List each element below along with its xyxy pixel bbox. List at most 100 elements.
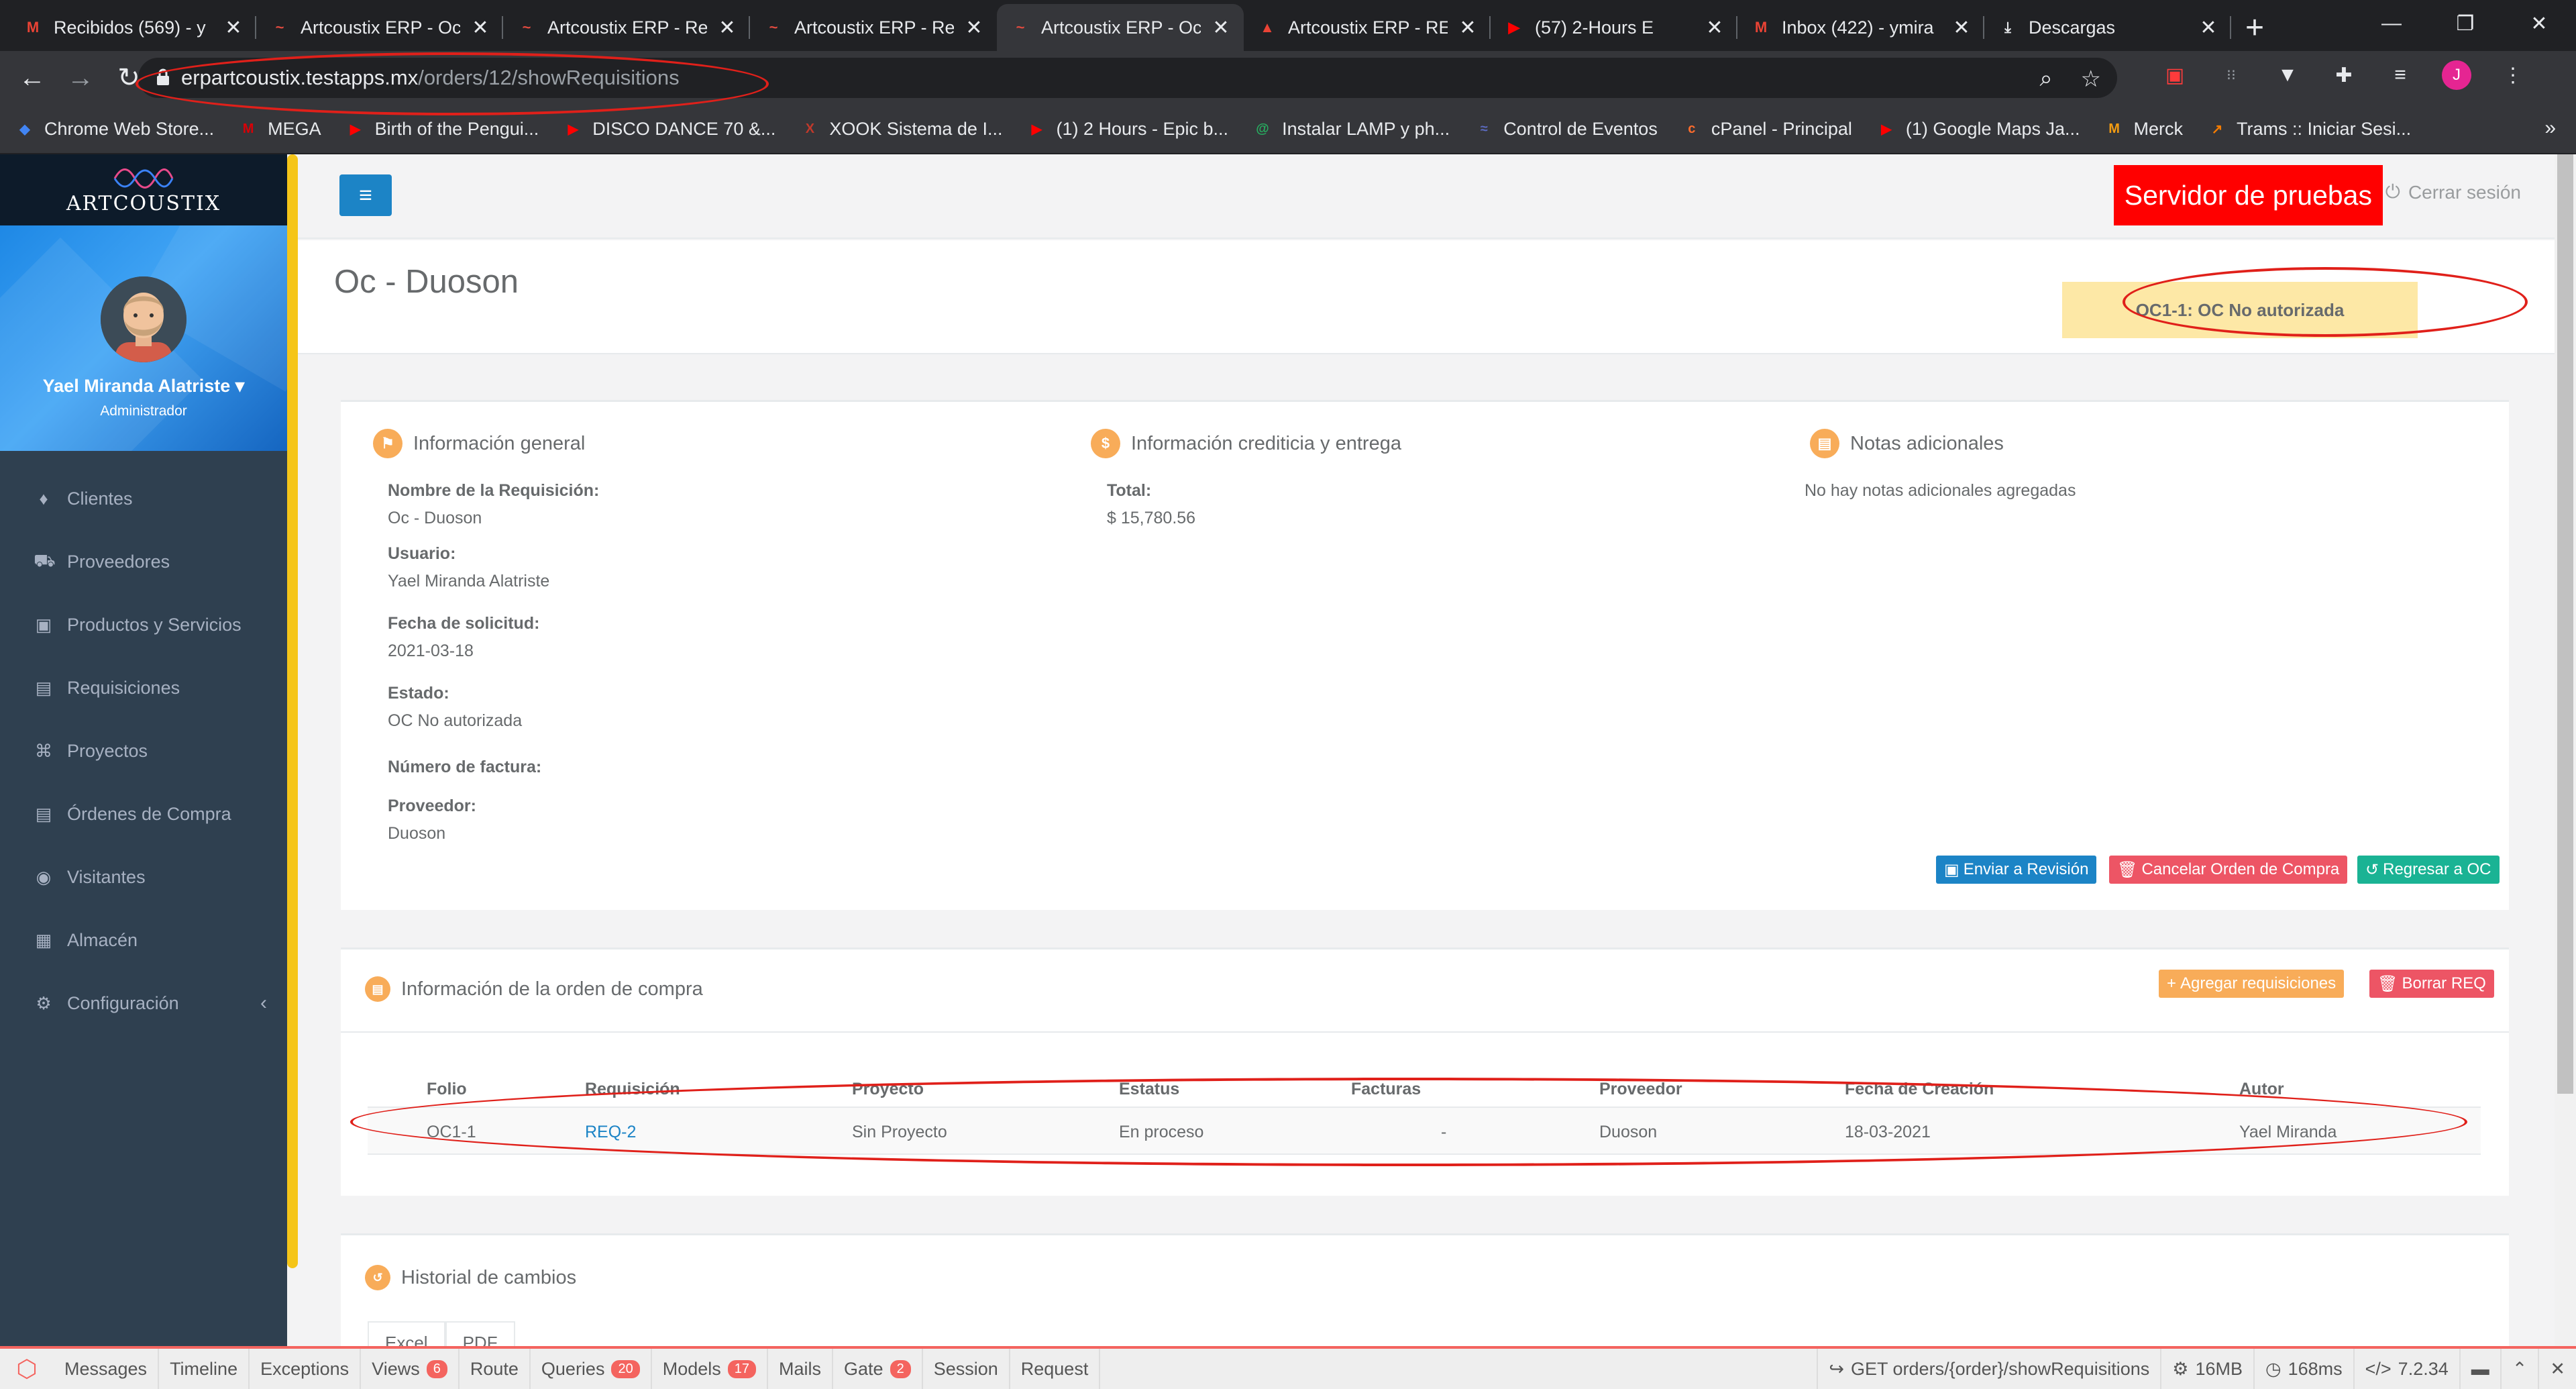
bookmarks-overflow-icon[interactable]: »: [2544, 117, 2556, 140]
bookmark-star-icon[interactable]: ☆: [2081, 66, 2101, 93]
browser-tab[interactable]: ~ Artcoustix ERP - Oc ✕: [256, 4, 503, 51]
sidebar-item-almacén[interactable]: ▦ Almacén: [0, 909, 287, 972]
extensions-puzzle-icon[interactable]: ✚: [2329, 60, 2359, 90]
sidebar-item-configuración[interactable]: ⚙ Configuración ‹: [0, 972, 287, 1035]
extension-red-icon[interactable]: ▣: [2160, 60, 2190, 90]
debug-tab-timeline[interactable]: Timeline: [159, 1349, 250, 1389]
sidebar-menu: ♦ Clientes ⛟ Proveedores ▣ Productos y Servic…: [0, 451, 287, 1035]
cancel-order-button[interactable]: 🗑 Cancelar Orden de Compra: [2109, 856, 2348, 884]
sidebar-item-proveedores[interactable]: ⛟ Proveedores: [0, 530, 287, 593]
profile-avatar[interactable]: J: [2442, 60, 2471, 90]
sidebar-item-visitantes[interactable]: ◉ Visitantes: [0, 845, 287, 909]
bookmark-item[interactable]: M MEGA: [238, 119, 321, 140]
tab-title: Recibidos (569) - y: [54, 17, 206, 38]
browser-tab[interactable]: ▲ Artcoustix ERP - RE ✕: [1244, 4, 1491, 51]
table-row[interactable]: OC1-1 REQ-2 Sin Proyecto En proceso - Duoson 1…: [368, 1108, 2481, 1155]
tab-close-icon[interactable]: ✕: [718, 16, 737, 40]
browser-tab[interactable]: M Recibidos (569) - y ✕: [9, 4, 256, 51]
export-tab-pdf[interactable]: PDF: [445, 1321, 515, 1347]
debug-route[interactable]: ↪ GET orders/{order}/showRequisitions: [1817, 1349, 2160, 1389]
logout-link[interactable]: ⏻ Cerrar sesión: [2385, 181, 2521, 203]
browser-tab[interactable]: ~ Artcoustix ERP - Oc ✕: [997, 4, 1244, 51]
bookmark-item[interactable]: ◆ Chrome Web Store...: [15, 119, 214, 140]
back-icon[interactable]: ←: [8, 54, 56, 102]
tab-close-icon[interactable]: ✕: [1705, 16, 1724, 40]
extension-v-icon[interactable]: ▼: [2273, 60, 2302, 90]
tab-close-icon[interactable]: ✕: [1458, 16, 1477, 40]
back-oc-button[interactable]: ↺ Regresar a OC: [2357, 856, 2500, 884]
bookmark-item[interactable]: ≈ Control de Eventos: [1474, 119, 1658, 140]
tab-close-icon[interactable]: ✕: [1212, 16, 1230, 40]
sidebar-item-proyectos[interactable]: ⌘ Proyectos: [0, 719, 287, 782]
debug-tab-route[interactable]: Route: [460, 1349, 531, 1389]
media-queue-icon[interactable]: ≡: [2385, 60, 2415, 90]
table-cell: Yael Miranda: [2239, 1123, 2337, 1141]
tab-close-icon[interactable]: ✕: [2199, 16, 2218, 40]
sidebar-item-productos-y-servicios[interactable]: ▣ Productos y Servicios: [0, 593, 287, 656]
bookmark-item[interactable]: ▶ DISCO DANCE 70 &...: [563, 119, 776, 140]
page-scrollbar-thumb[interactable]: [2557, 154, 2573, 1094]
menu-toggle-button[interactable]: ≡: [339, 174, 392, 216]
send-review-button[interactable]: ▣ Enviar a Revisión: [1936, 856, 2097, 884]
sidebar-scrollbar[interactable]: [287, 154, 298, 1268]
bookmark-label: Control de Eventos: [1503, 118, 1658, 139]
debug-tab-session[interactable]: Session: [923, 1349, 1010, 1389]
debug-tab-views[interactable]: Views 6: [361, 1349, 460, 1389]
debug-memory[interactable]: ⚙ 16MB: [2160, 1349, 2253, 1389]
debug-close-icon[interactable]: ✕: [2538, 1349, 2576, 1389]
debug-php[interactable]: </> 7.2.34: [2353, 1349, 2459, 1389]
user-name[interactable]: Yael Miranda Alatriste ▾: [43, 376, 245, 397]
minimize-icon[interactable]: —: [2355, 0, 2428, 47]
bookmark-item[interactable]: X XOOK Sistema de I...: [800, 119, 1003, 140]
tab-title: Artcoustix ERP - RE: [1288, 17, 1448, 38]
sidebar-item-requisiciones[interactable]: ▤ Requisiciones: [0, 656, 287, 719]
add-requisitions-button[interactable]: + Agregar requisiciones: [2159, 970, 2345, 998]
page-scrollbar[interactable]: [2555, 154, 2576, 1346]
address-bar[interactable]: erpartcoustix.testapps.mx/orders/12/show…: [138, 58, 2117, 98]
extension-dots-icon[interactable]: ⁝⁝: [2216, 60, 2246, 90]
page-title: Oc - Duoson: [334, 264, 519, 300]
file-icon: ▤: [35, 677, 52, 698]
bookmark-item[interactable]: c cPanel - Principal: [1682, 119, 1852, 140]
bookmark-item[interactable]: ▶ (1) 2 Hours - Epic b...: [1026, 119, 1228, 140]
new-tab-button[interactable]: +: [2231, 4, 2278, 51]
restore-icon[interactable]: ❐: [2428, 0, 2502, 47]
close-window-icon[interactable]: ✕: [2502, 0, 2576, 47]
requisition-link[interactable]: REQ-2: [585, 1123, 636, 1142]
debug-tab-messages[interactable]: Messages: [54, 1349, 160, 1389]
debug-tab-exceptions[interactable]: Exceptions: [250, 1349, 362, 1389]
laravel-logo-icon[interactable]: ⬡: [0, 1349, 54, 1389]
bookmark-item[interactable]: M Merck: [2104, 119, 2183, 140]
debug-tab-queries[interactable]: Queries 20: [531, 1349, 652, 1389]
browser-menu-icon[interactable]: ⋮: [2498, 60, 2528, 90]
brand-logo[interactable]: ARTCOUSTIX: [0, 154, 287, 225]
tab-close-icon[interactable]: ✕: [965, 16, 983, 40]
debug-tab-mails[interactable]: Mails: [768, 1349, 834, 1389]
debug-folder-icon[interactable]: ▬: [2459, 1349, 2500, 1389]
forward-icon[interactable]: →: [56, 54, 105, 102]
browser-tab[interactable]: ~ Artcoustix ERP - Re ✕: [503, 4, 750, 51]
bookmark-item[interactable]: @ Instalar LAMP y ph...: [1252, 119, 1450, 140]
debug-expand-icon[interactable]: ⌃: [2500, 1349, 2538, 1389]
export-tab-excel[interactable]: Excel: [368, 1321, 445, 1347]
tab-close-icon[interactable]: ✕: [1952, 16, 1971, 40]
tab-close-icon[interactable]: ✕: [224, 16, 243, 40]
avatar[interactable]: [101, 276, 186, 362]
bookmark-item[interactable]: ▶ Birth of the Pengui...: [345, 119, 539, 140]
sidebar-item-órdenes-de-compra[interactable]: ▤ Órdenes de Compra: [0, 782, 287, 845]
browser-tab[interactable]: ▶ (57) 2-Hours E ✕: [1491, 4, 1737, 51]
debug-tab-request[interactable]: Request: [1010, 1349, 1101, 1389]
zoom-search-icon[interactable]: ⌕: [2039, 66, 2052, 93]
tab-close-icon[interactable]: ✕: [471, 16, 490, 40]
bookmark-item[interactable]: ▶ (1) Google Maps Ja...: [1876, 119, 2080, 140]
debug-tab-gate[interactable]: Gate 2: [833, 1349, 923, 1389]
debug-time[interactable]: ◷ 168ms: [2253, 1349, 2353, 1389]
browser-tab[interactable]: M Inbox (422) - ymira ✕: [1737, 4, 1984, 51]
bookmark-item[interactable]: ↗ Trams :: Iniciar Sesi...: [2207, 119, 2411, 140]
browser-tab[interactable]: ~ Artcoustix ERP - Re ✕: [750, 4, 997, 51]
debug-tab-models[interactable]: Models 17: [652, 1349, 768, 1389]
sidebar-item-clientes[interactable]: ♦ Clientes: [0, 467, 287, 530]
delete-req-button[interactable]: 🗑 Borrar REQ: [2369, 970, 2494, 998]
clock-icon: ◷: [2265, 1358, 2282, 1379]
browser-tab[interactable]: ⤓ Descargas ✕: [1984, 4, 2231, 51]
